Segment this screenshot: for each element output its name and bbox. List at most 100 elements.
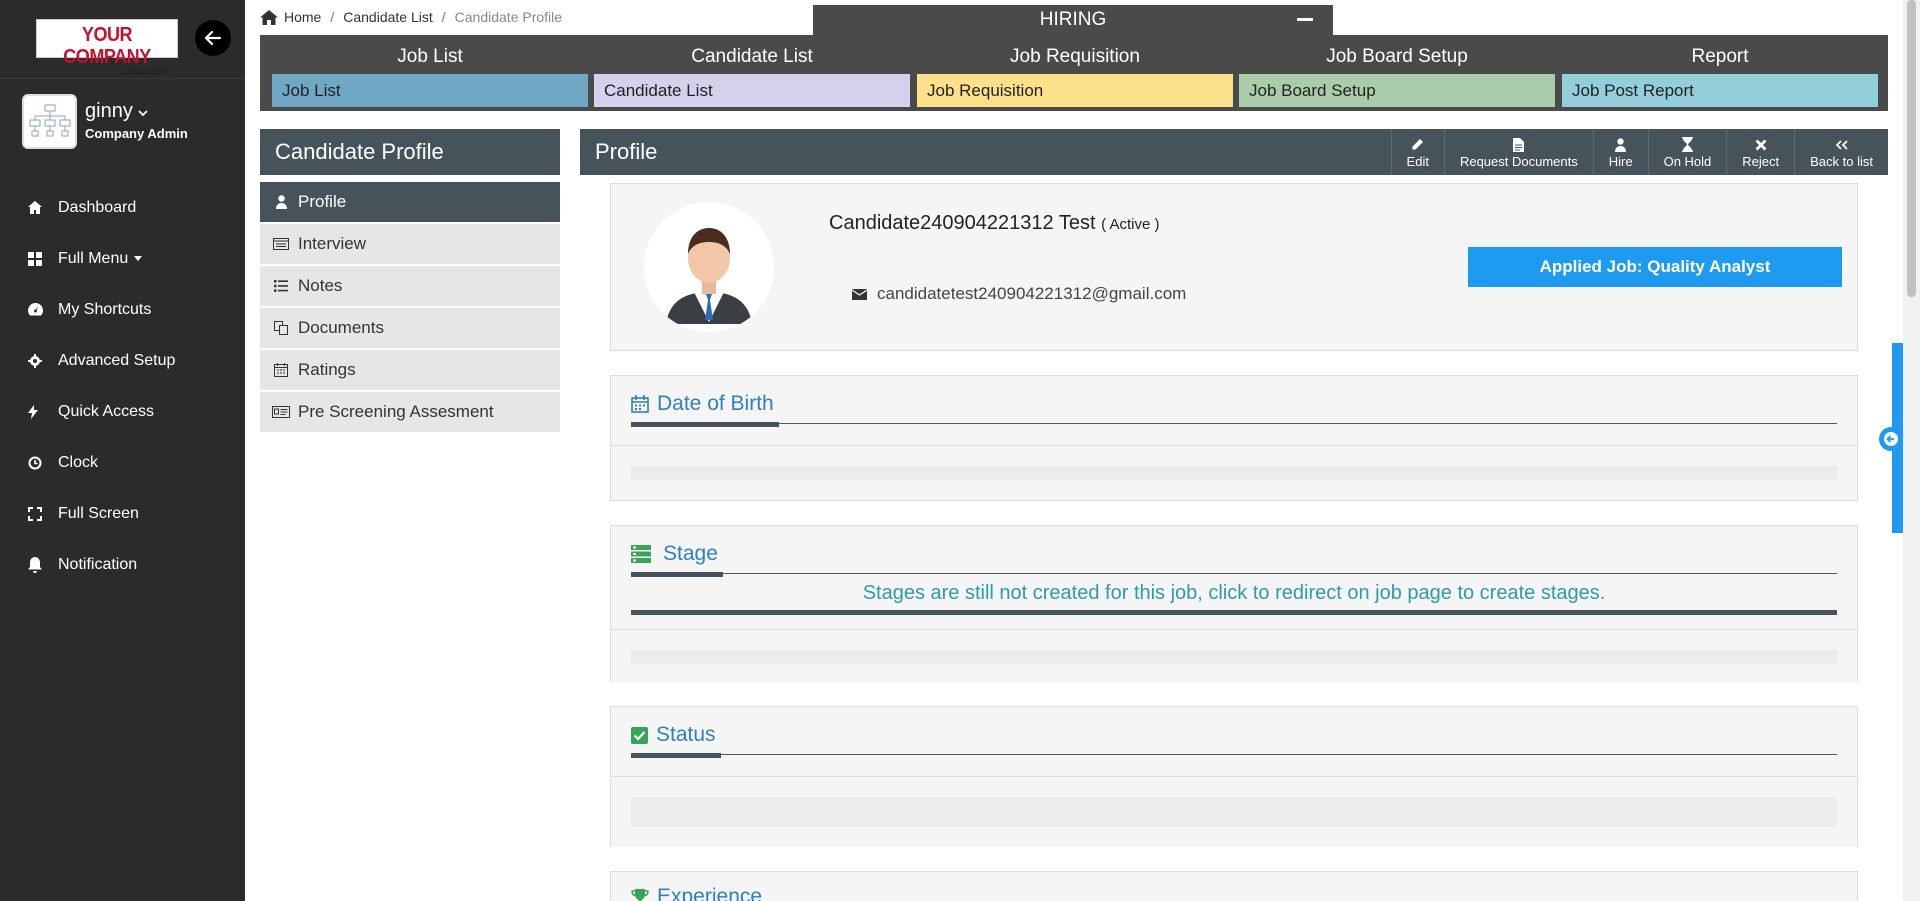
hiring-panel: Job List Job List Candidate List Candida… (260, 35, 1888, 111)
menu-item-documents[interactable]: Documents (260, 308, 560, 348)
section-header: Stage Stages are still not created for t… (611, 526, 1857, 630)
breadcrumb-separator: / (330, 9, 335, 25)
menu-item-label: Pre Screening Assesment (298, 402, 494, 421)
sidebar-item-notification[interactable]: Notification (0, 539, 245, 590)
action-label: Back to list (1810, 153, 1873, 169)
menu-item-ratings[interactable]: Ratings (260, 350, 560, 390)
back-to-list-button[interactable]: Back to list (1794, 129, 1888, 175)
stage-icon (631, 545, 651, 563)
section-title: Experience (631, 885, 762, 901)
speedometer-icon (28, 303, 58, 316)
section-title-text: Status (656, 723, 716, 746)
section-divider (631, 573, 1837, 574)
action-label: Edit (1406, 153, 1429, 169)
sidebar-item-clock[interactable]: Clock (0, 437, 245, 488)
bolt-icon (28, 404, 58, 419)
edit-button[interactable]: Edit (1390, 129, 1444, 175)
status-value (631, 797, 1837, 827)
candidate-status: ( Active ) (1101, 216, 1160, 233)
on-hold-button[interactable]: On Hold (1647, 129, 1727, 175)
action-label: Request Documents (1459, 153, 1578, 169)
avatar[interactable] (22, 94, 77, 149)
sidebar-item-label: Advanced Setup (58, 351, 176, 369)
hiring-column-report: Report Job Post Report (1562, 35, 1878, 107)
section-body (611, 446, 1857, 498)
hiring-panel-header: HIRING (813, 5, 1333, 35)
candidate-photo (644, 202, 774, 332)
menu-item-profile[interactable]: Profile (260, 182, 560, 222)
list-icon (266, 280, 296, 292)
sidebar-item-advanced-setup[interactable]: Advanced Setup (0, 335, 245, 386)
scrollbar-thumb[interactable] (1907, 0, 1916, 297)
sidebar-item-full-screen[interactable]: Full Screen (0, 488, 245, 539)
hiring-column-title: Job List (397, 46, 463, 67)
menu-item-interview[interactable]: Interview (260, 224, 560, 264)
breadcrumb: Home / Candidate List / Candidate Profil… (260, 9, 562, 25)
documents-icon (266, 321, 296, 335)
breadcrumb-candidate-list-link[interactable]: Candidate List (343, 9, 433, 25)
menu-item-label: Ratings (298, 360, 356, 379)
page-scrollbar[interactable] (1903, 0, 1920, 901)
sidebar-item-label: Full Screen (58, 504, 139, 522)
businessman-avatar-icon (644, 202, 774, 332)
breadcrumb-current: Candidate Profile (454, 9, 563, 25)
job-board-setup-button[interactable]: Job Board Setup (1239, 74, 1555, 107)
section-title-text: Experience (657, 885, 763, 901)
section-title: Status (631, 723, 716, 747)
org-chart-icon (29, 104, 70, 136)
side-panel-toggle-button[interactable] (1879, 427, 1903, 451)
status-section: Status (610, 706, 1858, 847)
gear-icon (28, 353, 58, 368)
arrow-left-icon (204, 30, 222, 46)
company-logo[interactable]: YOUR COMPANY LOGO HERE (36, 19, 178, 77)
hiring-column-title: Candidate List (691, 46, 813, 67)
minimize-icon[interactable] (1297, 18, 1313, 21)
section-body (611, 777, 1857, 847)
request-documents-button[interactable]: Request Documents (1443, 129, 1593, 175)
sidebar-item-label: Quick Access (58, 402, 155, 420)
section-title-text: Date of Birth (657, 392, 774, 415)
sidebar-item-quick-access[interactable]: Quick Access (0, 386, 245, 437)
caret-down-icon (134, 255, 143, 261)
grid-icon (28, 251, 58, 266)
envelope-icon (852, 288, 867, 300)
user-menu-toggle[interactable]: ginny (85, 100, 149, 123)
pencil-icon (1411, 136, 1424, 154)
job-post-report-button[interactable]: Job Post Report (1562, 74, 1878, 107)
home-icon (28, 201, 58, 214)
collapse-sidebar-button[interactable] (195, 20, 231, 56)
candidate-list-button[interactable]: Candidate List (594, 74, 910, 107)
section-divider (631, 423, 1837, 424)
action-label: On Hold (1663, 153, 1712, 169)
sidebar-item-label: Clock (58, 453, 99, 471)
candidate-profile-menu: Profile Interview Notes Documents Rating… (260, 182, 560, 434)
section-divider (631, 610, 1837, 615)
applied-job-button[interactable]: Applied Job: Quality Analyst (1468, 247, 1842, 287)
job-requisition-button[interactable]: Job Requisition (917, 74, 1233, 107)
calendar-icon (631, 395, 649, 413)
sidebar-nav: Dashboard Full Menu My Shortcuts Advance… (0, 182, 245, 590)
reject-button[interactable]: Reject (1726, 129, 1794, 175)
sidebar-item-my-shortcuts[interactable]: My Shortcuts (0, 284, 245, 335)
hire-button[interactable]: Hire (1592, 129, 1648, 175)
sidebar-item-full-menu[interactable]: Full Menu (0, 233, 245, 284)
user-role: Company Admin (85, 126, 188, 141)
action-label: Hire (1608, 153, 1633, 169)
double-chevron-left-icon (1835, 136, 1848, 154)
section-underline (631, 572, 723, 577)
hiring-column-title: Report (1691, 46, 1749, 67)
menu-item-label: Documents (298, 318, 384, 337)
sidebar-divider (0, 78, 245, 79)
menu-item-pre-screening[interactable]: Pre Screening Assesment (260, 392, 560, 432)
create-stages-link[interactable]: Stages are still not created for this jo… (611, 582, 1857, 605)
checkbox-icon (631, 726, 648, 744)
section-title: Date of Birth (631, 392, 774, 416)
sidebar: YOUR COMPANY LOGO HERE ginny Company Adm… (0, 0, 245, 901)
menu-item-notes[interactable]: Notes (260, 266, 560, 306)
breadcrumb-home-link[interactable]: Home (284, 9, 321, 25)
menu-item-label: Interview (298, 234, 367, 253)
job-list-button[interactable]: Job List (272, 74, 588, 107)
sidebar-item-dashboard[interactable]: Dashboard (0, 182, 245, 233)
fullscreen-icon (28, 506, 58, 521)
document-icon (1513, 136, 1525, 154)
